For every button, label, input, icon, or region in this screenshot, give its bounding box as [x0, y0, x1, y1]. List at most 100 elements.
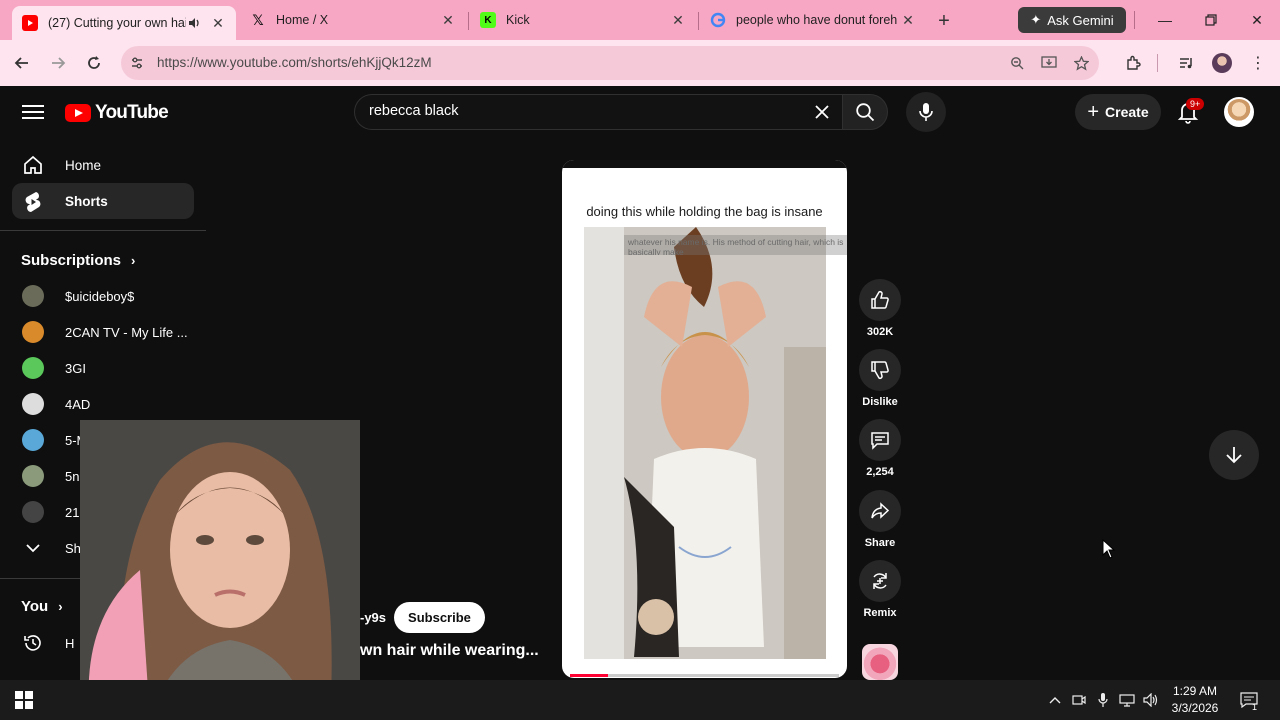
zoom-icon[interactable]: [1006, 52, 1028, 74]
network-icon[interactable]: [1118, 690, 1136, 710]
tab-google[interactable]: people who have donut foreh ✕: [700, 4, 926, 36]
search-button[interactable]: [842, 94, 888, 130]
subscription-item[interactable]: 3GI: [22, 353, 206, 383]
sidebar-item-label: Shorts: [65, 193, 108, 209]
youtube-play-icon: [65, 104, 91, 122]
tab-x[interactable]: 𝕏 Home / X ✕: [240, 4, 466, 36]
reload-icon[interactable]: [82, 51, 106, 75]
video-overlay-text: whatever his name is. His method of cutt…: [624, 235, 847, 255]
ask-gemini-label: Ask Gemini: [1047, 12, 1114, 28]
youtube-logo[interactable]: YouTube: [65, 102, 169, 124]
next-short-button[interactable]: [1209, 430, 1259, 480]
subscription-item[interactable]: 2CAN TV - My Life ...: [22, 317, 206, 347]
tab-divider: [468, 12, 469, 30]
microphone-tray-icon[interactable]: [1094, 690, 1112, 710]
webcam-overlay: [80, 420, 360, 720]
you-heading[interactable]: You ›: [21, 598, 63, 615]
restore-icon[interactable]: [1201, 10, 1221, 30]
chevron-right-icon: ›: [58, 599, 63, 614]
subscription-item[interactable]: 4AD: [22, 389, 206, 419]
tab-youtube[interactable]: (27) Cutting your own hair ✕: [12, 6, 236, 40]
chevron-down-icon: [22, 537, 44, 559]
tab-title: (27) Cutting your own hair: [48, 16, 186, 30]
account-avatar[interactable]: [1224, 97, 1254, 127]
sidebar-item-label: Home: [65, 157, 102, 173]
shorts-player[interactable]: doing this while holding the bag is insa…: [562, 160, 847, 678]
install-app-icon[interactable]: [1038, 52, 1060, 74]
dislike-button[interactable]: Dislike: [858, 349, 902, 408]
windows-start-icon[interactable]: [14, 690, 34, 710]
close-tab-icon[interactable]: ✕: [900, 12, 916, 28]
subscriptions-heading[interactable]: Subscriptions ›: [21, 252, 135, 269]
url-text[interactable]: https://www.youtube.com/shorts/ehKjjQk12…: [157, 55, 432, 70]
media-controls-icon[interactable]: [1174, 51, 1198, 75]
tab-title: people who have donut foreh: [736, 13, 898, 27]
extensions-icon[interactable]: [1121, 51, 1145, 75]
channel-name: $uicideboy$: [65, 288, 135, 304]
remix-label: Remix: [863, 607, 897, 619]
new-tab-icon[interactable]: +: [932, 9, 956, 33]
share-label: Share: [864, 537, 896, 549]
video-progress-bar[interactable]: [570, 674, 839, 677]
back-icon[interactable]: [10, 51, 34, 75]
comments-button[interactable]: 2,254: [858, 419, 902, 478]
sidebar-item-home[interactable]: Home: [12, 147, 194, 183]
comment-count: 2,254: [866, 466, 894, 478]
video-caption-text: doing this while holding the bag is insa…: [586, 204, 823, 219]
channel-name: 4AD: [65, 396, 91, 412]
webcam-person: [80, 420, 360, 720]
home-icon: [21, 153, 45, 177]
channel-handle[interactable]: -y9s: [360, 610, 386, 625]
history-icon: [22, 632, 44, 654]
channel-row: -y9s Subscribe: [360, 602, 485, 633]
minimize-icon[interactable]: —: [1155, 10, 1175, 30]
chevron-up-icon[interactable]: [1046, 690, 1064, 710]
more-menu-icon[interactable]: ⋮: [1246, 51, 1270, 75]
remix-button[interactable]: Remix: [858, 560, 902, 619]
subscriptions-label: Subscriptions: [21, 252, 122, 269]
search-icon: [856, 103, 875, 122]
sound-pivot-thumbnail[interactable]: [862, 644, 898, 680]
close-tab-icon[interactable]: ✕: [670, 12, 686, 28]
close-tab-icon[interactable]: ✕: [210, 15, 226, 31]
channel-avatar: [22, 465, 44, 487]
speaker-icon[interactable]: [186, 15, 202, 31]
tab-kick[interactable]: K Kick ✕: [470, 4, 696, 36]
shorts-icon: [21, 189, 45, 213]
sidebar-item-shorts[interactable]: Shorts: [12, 183, 194, 219]
like-button[interactable]: 302K: [858, 279, 902, 338]
video-frame[interactable]: [584, 227, 826, 659]
close-tab-icon[interactable]: ✕: [440, 12, 456, 28]
short-title[interactable]: wn hair while wearing...: [360, 642, 539, 660]
clear-search-icon[interactable]: [810, 100, 834, 124]
clock-date: 3/3/2026: [1171, 701, 1219, 715]
subscribe-button[interactable]: Subscribe: [394, 602, 485, 633]
channel-avatar: [22, 393, 44, 415]
mouse-cursor-icon: [1102, 538, 1116, 564]
remix-icon: [859, 560, 901, 602]
clock-time: 1:29 AM: [1172, 684, 1218, 698]
channel-avatar: [22, 285, 44, 307]
system-clock[interactable]: 1:29 AM 3/3/2026: [1166, 683, 1224, 717]
bookmark-star-icon[interactable]: [1070, 52, 1092, 74]
forward-icon[interactable]: [46, 51, 70, 75]
like-count: 302K: [866, 326, 894, 338]
sidebar-item-label: H: [65, 635, 75, 651]
search-input[interactable]: rebecca black: [369, 103, 458, 119]
profile-avatar[interactable]: [1210, 51, 1234, 75]
site-info-icon[interactable]: [126, 52, 148, 74]
subscription-item[interactable]: $uicideboy$: [22, 281, 206, 311]
close-window-icon[interactable]: ✕: [1247, 10, 1267, 30]
thumbs-up-icon: [859, 279, 901, 321]
video-progress-fill: [570, 674, 608, 677]
voice-search-button[interactable]: [906, 92, 946, 132]
ask-gemini-button[interactable]: ✦ Ask Gemini: [1018, 7, 1126, 33]
camera-tray-icon[interactable]: [1070, 690, 1088, 710]
hamburger-menu-icon[interactable]: [22, 101, 44, 123]
create-label: Create: [1105, 104, 1149, 120]
tab-divider: [698, 12, 699, 30]
share-button[interactable]: Share: [858, 490, 902, 549]
notification-badge: 9+: [1186, 98, 1205, 110]
create-button[interactable]: + Create: [1075, 94, 1161, 130]
volume-icon[interactable]: [1142, 690, 1160, 710]
